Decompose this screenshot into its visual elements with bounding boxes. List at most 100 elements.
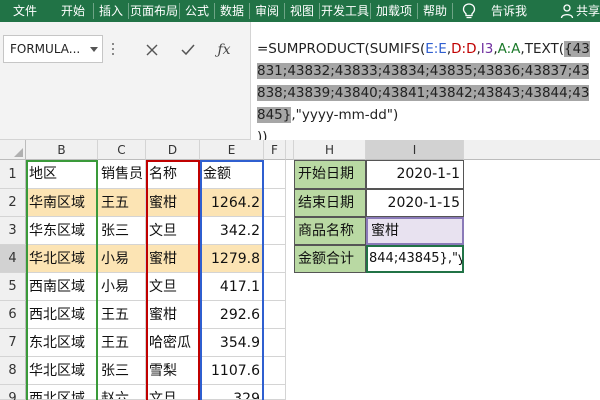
row-header-6[interactable]: 6: [0, 301, 26, 329]
column-header-f[interactable]: F: [264, 140, 286, 160]
table-cell[interactable]: 文旦: [146, 217, 200, 245]
column-header-c[interactable]: C: [98, 140, 146, 160]
tab-review[interactable]: 审阅: [251, 0, 283, 22]
table-header-amount[interactable]: 金额: [200, 160, 264, 189]
table-cell[interactable]: 西北区域: [26, 301, 98, 329]
row-header-5[interactable]: 5: [0, 273, 26, 301]
formula-ref-i3: I3: [480, 41, 494, 57]
table-cell[interactable]: 1107.6: [200, 357, 264, 385]
table-cell[interactable]: 1279.8: [200, 245, 264, 273]
formula-part: ,"yyyy-mm-dd"): [291, 107, 399, 123]
table-cell[interactable]: 王五: [98, 301, 146, 329]
table-cell[interactable]: 文旦: [146, 273, 200, 301]
table-cell[interactable]: 雪梨: [146, 357, 200, 385]
insert-function-button[interactable]: ƒx: [212, 38, 236, 62]
table-cell[interactable]: 赵六: [98, 385, 146, 400]
column-header-h[interactable]: H: [294, 140, 366, 160]
cell-empty[interactable]: [264, 160, 286, 189]
tab-addins[interactable]: 加载项: [372, 0, 416, 22]
label-product-name[interactable]: 商品名称: [294, 217, 366, 245]
table-cell[interactable]: 西北区域: [26, 385, 98, 400]
tab-file[interactable]: 文件: [8, 0, 42, 22]
checkmark-icon: [181, 44, 195, 56]
row-header-7[interactable]: 7: [0, 329, 26, 357]
select-all-corner[interactable]: [0, 140, 26, 160]
cell-empty[interactable]: [264, 385, 286, 400]
table-cell[interactable]: 华南区域: [26, 189, 98, 217]
cell-empty[interactable]: [264, 217, 286, 245]
cell-empty[interactable]: [264, 189, 286, 217]
cancel-button[interactable]: [140, 38, 164, 62]
table-cell[interactable]: 蜜柑: [146, 301, 200, 329]
formula-input[interactable]: =SUMPRODUCT(SUMIFS(E:E,D:D,I3,A:A,TEXT({…: [250, 22, 600, 145]
table-cell[interactable]: 蜜柑: [146, 245, 200, 273]
table-cell[interactable]: 华北区域: [26, 357, 98, 385]
cell-empty[interactable]: [264, 301, 286, 329]
row-header-9[interactable]: 9: [0, 385, 26, 400]
column-header-b[interactable]: B: [26, 140, 98, 160]
table-cell[interactable]: 329: [200, 385, 264, 400]
label-end-date[interactable]: 结束日期: [294, 189, 366, 217]
table-cell[interactable]: 342.2: [200, 217, 264, 245]
column-header-i[interactable]: I: [366, 140, 464, 160]
cell-empty[interactable]: [264, 245, 286, 273]
table-cell[interactable]: 1264.2: [200, 189, 264, 217]
name-box-value: FORMULA...: [10, 42, 81, 56]
row-header-8[interactable]: 8: [0, 357, 26, 385]
tab-insert[interactable]: 插入: [95, 0, 127, 22]
label-start-date[interactable]: 开始日期: [294, 160, 366, 189]
row-header-3[interactable]: 3: [0, 217, 26, 245]
row-header-4[interactable]: 4: [0, 245, 26, 273]
formula-ref-e: E:E: [425, 41, 447, 57]
table-cell[interactable]: 华北区域: [26, 245, 98, 273]
column-header-e[interactable]: E: [200, 140, 264, 160]
worksheet-grid[interactable]: B C D E F H I 1 2 3 4 5 6 7 8 9 地区 销售员 名…: [0, 140, 600, 400]
total-amount-cell-editing[interactable]: 844;43845},"yy: [366, 245, 464, 273]
cell-empty[interactable]: [264, 357, 286, 385]
tell-me-search[interactable]: 告诉我: [484, 0, 534, 22]
table-cell[interactable]: 蜜柑: [146, 189, 200, 217]
tab-formulas[interactable]: 公式: [181, 0, 213, 22]
start-date-cell[interactable]: 2020-1-1: [366, 160, 464, 189]
name-box[interactable]: FORMULA...: [3, 35, 103, 63]
table-cell[interactable]: 小易: [98, 273, 146, 301]
product-name-cell[interactable]: 蜜柑: [366, 217, 464, 245]
end-date-cell[interactable]: 2020-1-15: [366, 189, 464, 217]
cell-empty[interactable]: [264, 329, 286, 357]
table-cell[interactable]: 张三: [98, 217, 146, 245]
table-cell[interactable]: 小易: [98, 245, 146, 273]
table-cell[interactable]: 张三: [98, 357, 146, 385]
lightbulb-icon: [462, 3, 476, 19]
formula-part: ,TEXT(: [520, 41, 565, 57]
tab-help[interactable]: 帮助: [419, 0, 451, 22]
table-cell[interactable]: 王五: [98, 189, 146, 217]
tab-home[interactable]: 开始: [56, 0, 90, 22]
share-person-icon: [560, 4, 574, 19]
enter-button[interactable]: [176, 38, 200, 62]
share-button[interactable]: 共享: [576, 0, 600, 22]
table-cell[interactable]: 292.6: [200, 301, 264, 329]
table-cell[interactable]: 华东区域: [26, 217, 98, 245]
table-cell[interactable]: 354.9: [200, 329, 264, 357]
table-header-region[interactable]: 地区: [26, 160, 98, 189]
table-cell[interactable]: 东北区域: [26, 329, 98, 357]
row-header-1[interactable]: 1: [0, 160, 26, 189]
row-header-2[interactable]: 2: [0, 189, 26, 217]
tab-data[interactable]: 数据: [216, 0, 248, 22]
tab-developer[interactable]: 开发工具: [321, 0, 369, 22]
table-header-salesperson[interactable]: 销售员: [98, 160, 146, 189]
table-header-name[interactable]: 名称: [146, 160, 200, 189]
table-cell[interactable]: 417.1: [200, 273, 264, 301]
table-cell[interactable]: 文旦: [146, 385, 200, 400]
tab-page-layout[interactable]: 页面布局: [130, 0, 178, 22]
chevron-down-icon[interactable]: [90, 47, 98, 52]
table-cell[interactable]: 西南区域: [26, 273, 98, 301]
table-cell[interactable]: 哈密瓜: [146, 329, 200, 357]
column-header-d[interactable]: D: [146, 140, 200, 160]
tab-view[interactable]: 视图: [286, 0, 318, 22]
drag-handle-icon[interactable]: [110, 43, 116, 57]
table-cell[interactable]: 王五: [98, 329, 146, 357]
column-header-g[interactable]: [286, 140, 294, 160]
cell-empty[interactable]: [264, 273, 286, 301]
label-total-amount[interactable]: 金额合计: [294, 245, 366, 273]
